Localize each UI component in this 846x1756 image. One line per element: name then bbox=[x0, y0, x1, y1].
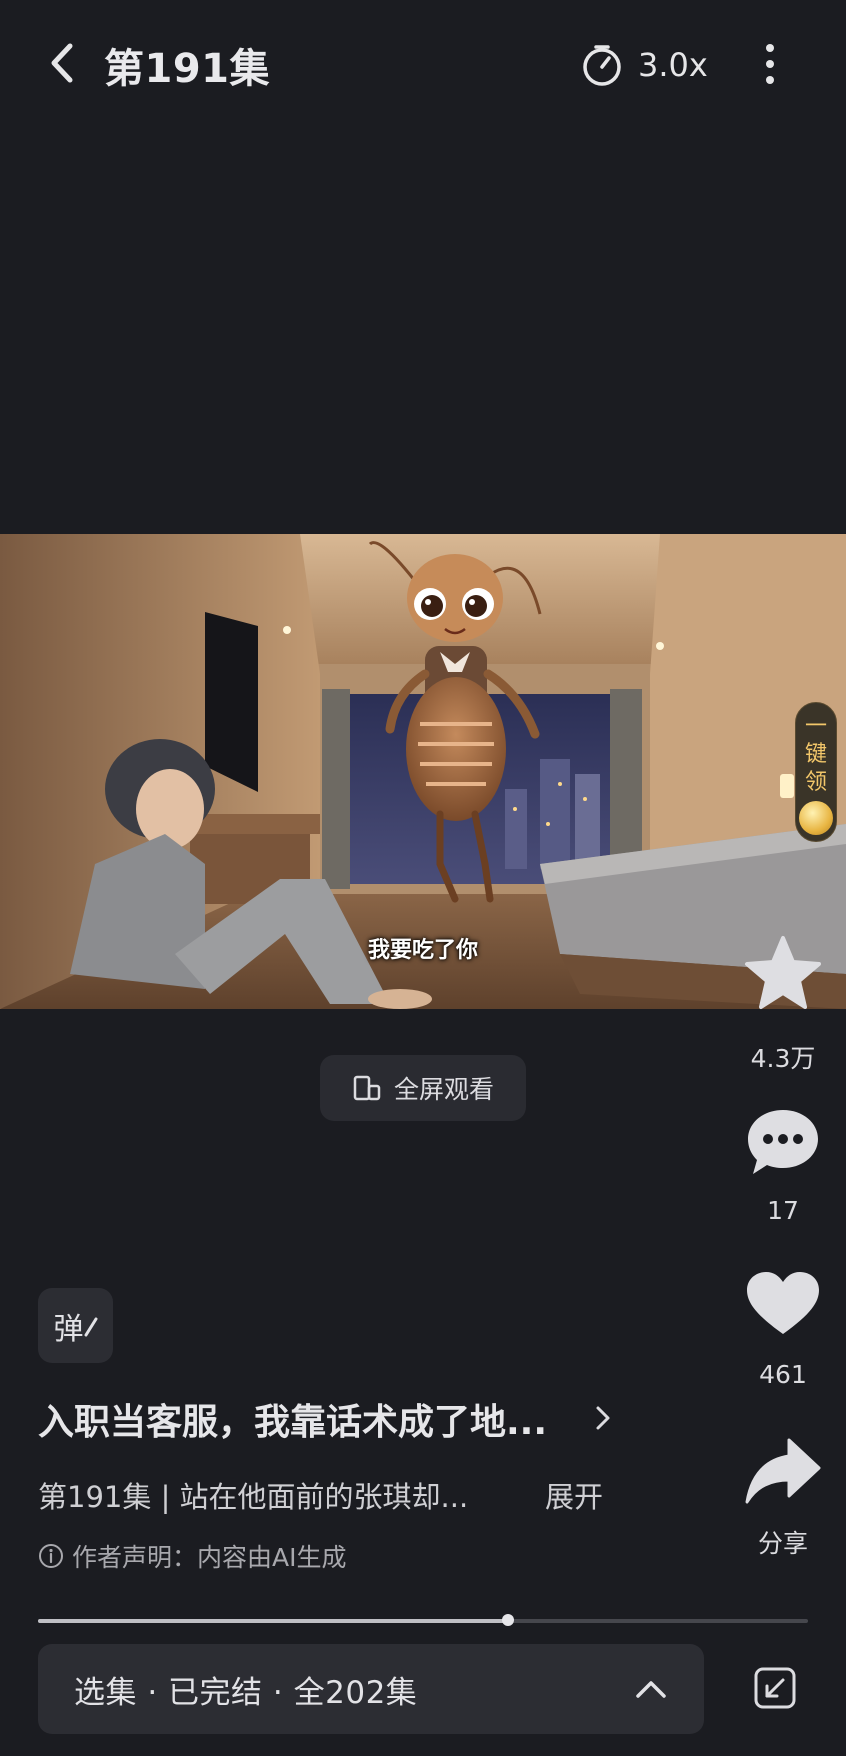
chevron-left-icon[interactable] bbox=[40, 38, 90, 88]
episode-description: 第191集 | 站在他面前的张琪却... bbox=[38, 1480, 469, 1514]
info-icon bbox=[39, 1544, 63, 1568]
favorite-count: 4.3万 bbox=[750, 1044, 816, 1073]
fullscreen-button[interactable]: 全屏观看 bbox=[320, 1055, 526, 1121]
chevron-up-icon bbox=[636, 1681, 666, 1698]
share-icon bbox=[745, 1438, 821, 1504]
speed-label: 3.0x bbox=[638, 46, 708, 84]
danmaku-label: 弹 bbox=[53, 1311, 84, 1347]
promo-char: 一 bbox=[804, 714, 827, 739]
comment-icon bbox=[748, 1110, 818, 1174]
timer-icon bbox=[583, 45, 621, 86]
comment-button[interactable]: 17 bbox=[740, 1106, 826, 1225]
favorite-button[interactable]: 4.3万 bbox=[740, 935, 826, 1075]
fullscreen-label: 全屏观看 bbox=[393, 1075, 494, 1104]
progress-fill bbox=[38, 1619, 508, 1623]
rotate-screen-icon bbox=[353, 1075, 381, 1101]
speed-button[interactable]: 3.0x bbox=[580, 40, 708, 90]
drama-title[interactable]: 入职当客服，我靠话术成了地... bbox=[38, 1393, 547, 1445]
episode-selector-label: 选集 · 已完结 · 全202集 bbox=[74, 1674, 418, 1711]
comment-count: 17 bbox=[767, 1196, 799, 1225]
like-count: 461 bbox=[759, 1360, 807, 1389]
star-icon bbox=[745, 936, 821, 1009]
more-vertical-icon[interactable] bbox=[752, 42, 788, 86]
coin-icon bbox=[799, 801, 833, 835]
heart-icon bbox=[747, 1272, 819, 1334]
ai-notice: 作者声明：内容由AI生成 bbox=[38, 1538, 346, 1574]
progress-handle[interactable] bbox=[502, 1614, 514, 1626]
ai-notice-text: 作者声明：内容由AI生成 bbox=[72, 1543, 347, 1572]
promo-char: 键 bbox=[804, 742, 827, 767]
chevron-right-icon[interactable] bbox=[588, 1402, 616, 1434]
like-button[interactable]: 461 bbox=[740, 1270, 826, 1389]
share-button[interactable]: 分享 bbox=[740, 1438, 826, 1560]
page-title: 第191集 bbox=[104, 46, 270, 92]
expand-button[interactable]: 展开 bbox=[545, 1474, 603, 1516]
claim-reward-button[interactable]: 一 键 领 bbox=[795, 702, 837, 842]
video-subtitle: 我要吃了你 bbox=[367, 938, 478, 963]
share-label: 分享 bbox=[757, 1529, 808, 1558]
danmaku-toggle[interactable]: 弹 bbox=[38, 1288, 113, 1363]
episode-selector[interactable]: 选集 · 已完结 · 全202集 bbox=[38, 1644, 704, 1734]
promo-char: 领 bbox=[804, 770, 827, 795]
picture-in-picture-icon[interactable] bbox=[753, 1666, 797, 1710]
slash-icon bbox=[84, 1317, 97, 1336]
